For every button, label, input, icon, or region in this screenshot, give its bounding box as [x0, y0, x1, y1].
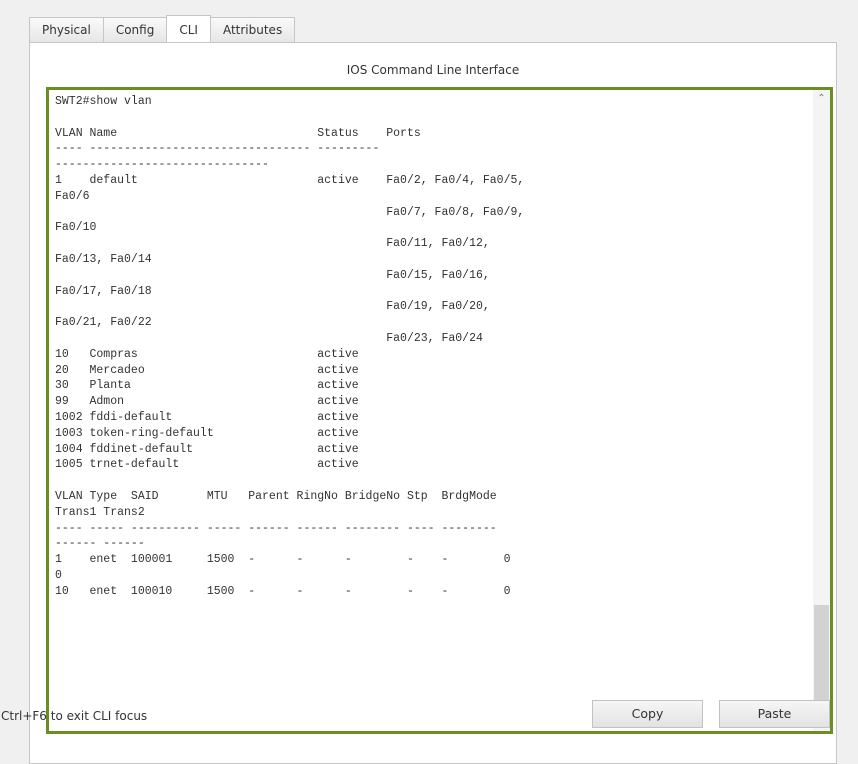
tab-cli[interactable]: CLI	[166, 15, 211, 42]
cli-line: ---- ----- ---------- ----- ------ -----…	[55, 521, 497, 535]
tab-bar: Physical Config CLI Attributes	[29, 15, 296, 43]
cli-line: -------------------------------	[55, 158, 269, 172]
tab-config[interactable]: Config	[102, 17, 168, 42]
cli-line: 0	[55, 568, 62, 582]
cli-line: Trans1 Trans2	[55, 505, 145, 519]
cli-line: 1 default active Fa0/2, Fa0/4, Fa0/5,	[55, 173, 525, 187]
cli-line: Fa0/7, Fa0/8, Fa0/9,	[55, 205, 525, 219]
cli-focus-hint: Ctrl+F6 to exit CLI focus	[1, 709, 148, 723]
cli-line: Fa0/15, Fa0/16,	[55, 268, 490, 282]
cli-line: 1004 fddinet-default active	[55, 442, 359, 456]
chevron-up-icon[interactable]: ⌃	[813, 90, 830, 107]
cli-line: 1 enet 100001 1500 - - - - - 0	[55, 553, 511, 567]
cli-line: Fa0/23, Fa0/24	[55, 331, 483, 345]
cli-line: Fa0/10	[55, 221, 97, 235]
tab-attributes[interactable]: Attributes	[209, 17, 296, 42]
cli-line: Fa0/19, Fa0/20,	[55, 300, 490, 314]
cli-line: 1005 trnet-default active	[55, 458, 359, 472]
cli-line: 30 Planta active	[55, 379, 359, 393]
cli-line: Fa0/17, Fa0/18	[55, 284, 152, 298]
vertical-scrollbar[interactable]: ⌃ ⌄	[813, 90, 830, 731]
paste-button[interactable]: Paste	[719, 700, 830, 728]
tab-physical[interactable]: Physical	[29, 17, 104, 42]
cli-terminal[interactable]: SWT2#show vlan VLAN Name Status Ports --…	[46, 87, 833, 734]
cli-panel: IOS Command Line Interface SWT2#show vla…	[1, 42, 837, 764]
cli-line: 10 enet 100010 1500 - - - - - 0	[55, 584, 511, 598]
copy-button[interactable]: Copy	[592, 700, 703, 728]
cli-line: 1003 token-ring-default active	[55, 426, 359, 440]
cli-line: 99 Admon active	[55, 395, 359, 409]
cli-line: 1002 fddi-default active	[55, 410, 359, 424]
cli-line: ---- -------------------------------- --…	[55, 142, 380, 156]
cli-line: ------ ------	[55, 537, 145, 551]
cli-line: Fa0/11, Fa0/12,	[55, 237, 490, 251]
cli-line: Fa0/6	[55, 189, 90, 203]
cli-line: Fa0/21, Fa0/22	[55, 316, 152, 330]
cli-line: VLAN Name Status Ports	[55, 126, 421, 140]
cli-line: 10 Compras active	[55, 347, 359, 361]
cli-line: 20 Mercadeo active	[55, 363, 359, 377]
cli-output[interactable]: SWT2#show vlan VLAN Name Status Ports --…	[55, 94, 805, 600]
cli-line: SWT2#show vlan	[55, 95, 152, 108]
cli-line: Fa0/13, Fa0/14	[55, 252, 152, 266]
scrollbar-thumb[interactable]	[814, 605, 829, 703]
panel-title: IOS Command Line Interface	[346, 63, 520, 77]
cli-line: VLAN Type SAID MTU Parent RingNo BridgeN…	[55, 489, 497, 503]
